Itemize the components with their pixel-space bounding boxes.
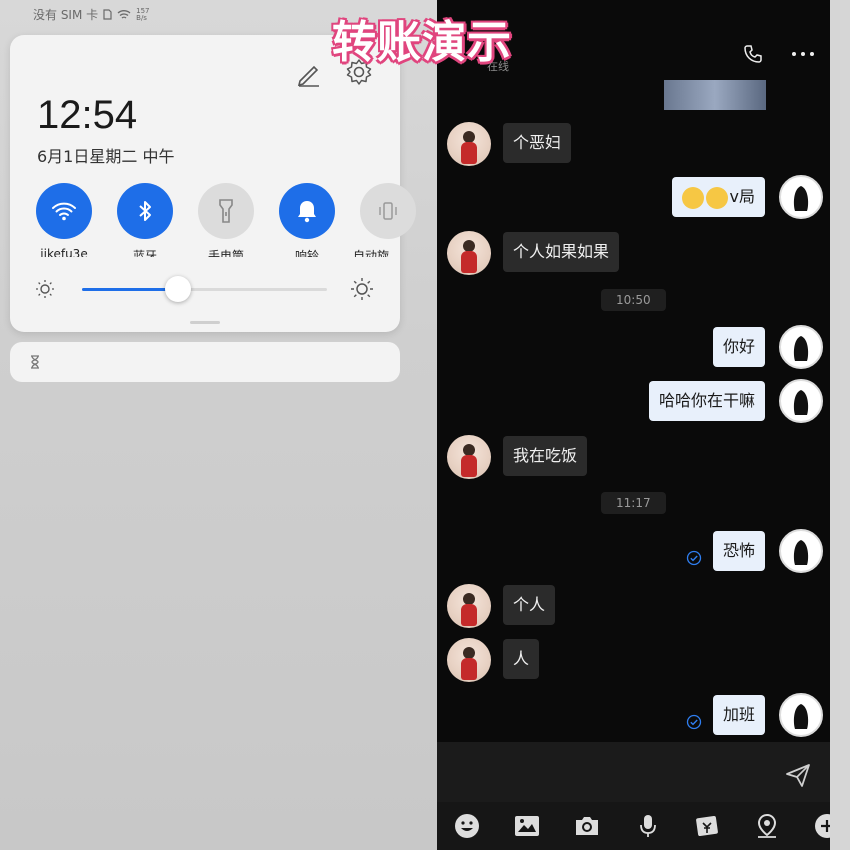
peer-avatar[interactable]	[447, 122, 491, 166]
message-bubble-in[interactable]: 我在吃饭	[503, 436, 588, 476]
my-avatar[interactable]	[779, 379, 823, 423]
carrier-label: 没有 SIM 卡	[33, 8, 99, 22]
emoji-icon[interactable]	[453, 812, 481, 840]
mic-icon[interactable]	[634, 812, 662, 840]
bell-icon	[298, 201, 316, 223]
flashlight-tile[interactable]	[198, 183, 254, 239]
tile-label-bluetooth: 蓝牙	[132, 249, 157, 257]
my-avatar[interactable]	[779, 529, 823, 573]
image-icon[interactable]	[513, 812, 541, 840]
tile-label-ringer: 响铃	[294, 249, 319, 257]
hourglass-icon	[31, 355, 39, 369]
edge-strip	[830, 0, 850, 850]
peer-avatar[interactable]	[447, 638, 491, 682]
video-caption: 转账演示	[332, 17, 512, 68]
red-packet-icon[interactable]	[693, 812, 721, 840]
message-bubble-out[interactable]: 加班	[712, 695, 765, 735]
my-avatar[interactable]	[779, 175, 823, 219]
message-bubble-out[interactable]: 恐怖	[712, 531, 765, 571]
phone-icon[interactable]	[743, 44, 763, 64]
chat-window: 在线 个恶妇 v局 个人如果如果 10:50 你好 哈哈你在干嘛 我在吃饭 11…	[437, 0, 830, 850]
peer-avatar[interactable]	[447, 584, 491, 628]
read-check-icon	[686, 550, 702, 566]
brightness-low-icon	[36, 280, 54, 298]
message-input-bar	[437, 742, 830, 802]
user-silhouette-icon	[793, 186, 809, 211]
flashlight-icon	[219, 199, 233, 223]
notification-shade: 没有 SIM 卡 157 B/s 12:54 6月1日星期二 中午 jikefu…	[0, 0, 437, 850]
tile-label-flashlight: 手电筒	[207, 249, 244, 257]
tile-label-wifi: jikefu3e	[40, 247, 88, 257]
sim-icon	[103, 9, 112, 20]
timestamp: 10:50	[601, 289, 666, 311]
message-text: v局	[729, 187, 755, 206]
clock: 12:54	[37, 93, 138, 137]
user-silhouette-icon	[793, 540, 809, 565]
message-bubble-out[interactable]: 你好	[712, 327, 765, 367]
message-bubble-out[interactable]: 哈哈你在干嘛	[648, 381, 765, 421]
smile-emoji-icon	[705, 186, 728, 209]
rotate-icon	[379, 202, 397, 220]
user-silhouette-icon	[793, 336, 809, 361]
user-silhouette-icon	[793, 390, 809, 415]
brightness-high-icon	[351, 278, 373, 300]
wifi-status-icon	[117, 10, 131, 19]
edit-icon[interactable]	[295, 59, 323, 87]
peer-avatar[interactable]	[447, 435, 491, 479]
more-icon[interactable]	[791, 51, 815, 57]
timestamp: 11:17	[601, 492, 666, 514]
bluetooth-icon	[139, 201, 151, 221]
plus-icon[interactable]	[813, 812, 830, 840]
notification-item[interactable]	[10, 342, 400, 382]
wifi-icon	[52, 202, 76, 221]
brightness-slider[interactable]	[82, 276, 327, 302]
ringer-tile[interactable]	[279, 183, 335, 239]
quick-settings-panel: 12:54 6月1日星期二 中午 jikefu3e 蓝牙 手电筒 响铃 自动旋转	[10, 35, 416, 332]
message-bubble-in[interactable]: 个人	[503, 585, 556, 625]
brightness-control	[35, 275, 380, 305]
message-bubble-out[interactable]: v局	[671, 177, 765, 217]
image-message[interactable]	[664, 80, 766, 110]
chat-toolbar	[437, 802, 830, 850]
net-unit: B/s	[136, 13, 147, 22]
read-check-icon	[686, 714, 702, 730]
auto-rotate-tile[interactable]	[360, 183, 416, 239]
bluetooth-tile[interactable]	[117, 183, 173, 239]
peer-avatar[interactable]	[447, 231, 491, 275]
message-input[interactable]	[452, 752, 772, 792]
smile-emoji-icon	[681, 186, 704, 209]
location-icon[interactable]	[753, 812, 781, 840]
brightness-knob[interactable]	[164, 276, 191, 302]
date: 6月1日星期二 中午	[37, 147, 175, 166]
my-avatar[interactable]	[779, 325, 823, 369]
status-bar: 没有 SIM 卡 157 B/s	[33, 6, 150, 23]
my-avatar[interactable]	[779, 693, 823, 737]
message-bubble-in[interactable]: 个人如果如果	[503, 232, 620, 272]
tile-label-rotate: 自动旋转	[353, 249, 390, 257]
brightness-fill	[82, 288, 178, 291]
send-icon[interactable]	[785, 762, 811, 788]
wifi-tile[interactable]	[36, 183, 92, 239]
camera-icon[interactable]	[573, 812, 601, 840]
user-silhouette-icon	[793, 704, 809, 729]
message-bubble-in[interactable]: 人	[503, 639, 540, 679]
drag-handle[interactable]	[190, 321, 220, 324]
net-speed: 157 B/s	[136, 7, 149, 22]
message-bubble-in[interactable]: 个恶妇	[503, 123, 572, 163]
